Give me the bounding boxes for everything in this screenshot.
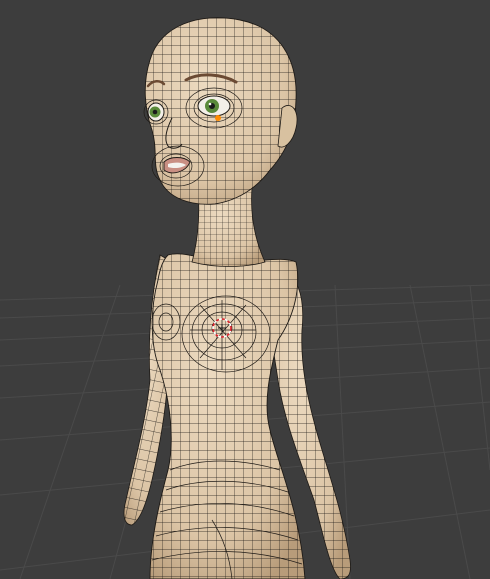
right-eye <box>197 95 231 117</box>
3d-viewport[interactable] <box>0 0 490 579</box>
head-mesh[interactable] <box>143 17 298 205</box>
selected-vertex-marker[interactable] <box>215 115 221 121</box>
character-mesh[interactable] <box>123 17 351 579</box>
torso-mesh[interactable] <box>149 253 306 579</box>
left-eye <box>147 102 165 122</box>
